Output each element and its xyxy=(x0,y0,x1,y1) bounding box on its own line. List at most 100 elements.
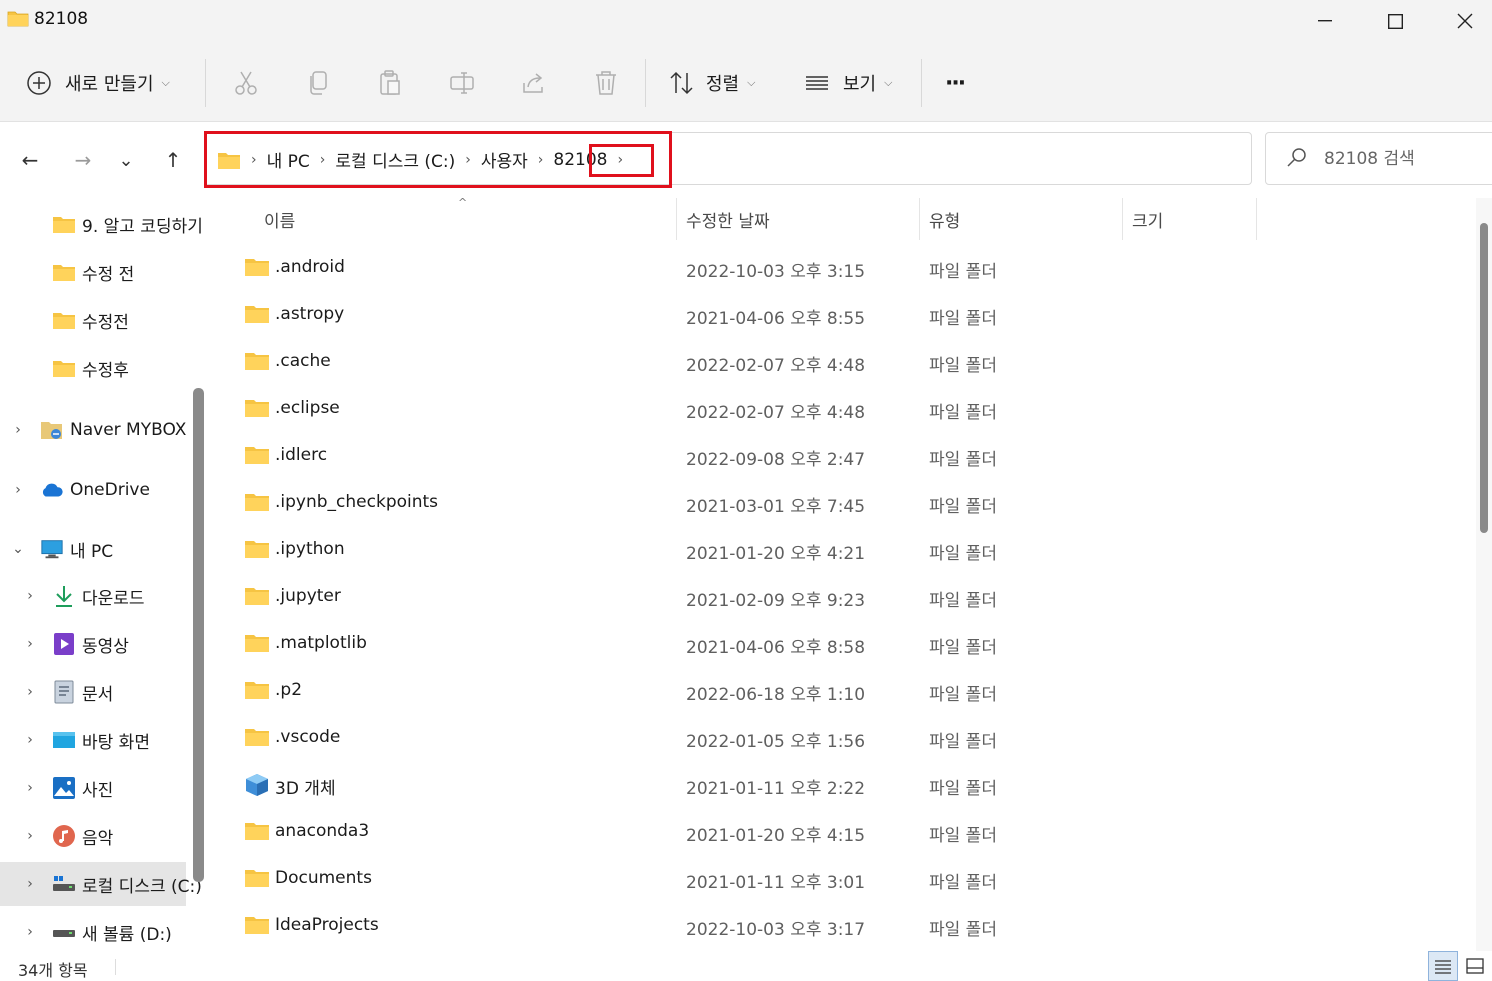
breadcrumb-item-local-disk[interactable]: 로컬 디스크 (C:) xyxy=(335,147,455,172)
folder-icon xyxy=(244,256,270,278)
breadcrumb-separator-icon[interactable]: › xyxy=(465,152,471,168)
cut-button[interactable] xyxy=(232,62,260,104)
breadcrumb-separator-icon[interactable]: › xyxy=(538,152,544,168)
table-row[interactable]: 3D 개체 2021-01-11 오후 2:22 파일 폴더 xyxy=(216,762,1476,809)
column-header-name[interactable]: 이름 xyxy=(264,198,674,240)
delete-button[interactable] xyxy=(592,62,620,104)
table-row[interactable]: .idlerc 2022-09-08 오후 2:47 파일 폴더 xyxy=(216,433,1476,480)
file-type: 파일 폴더 xyxy=(929,732,997,752)
maximize-button[interactable] xyxy=(1360,0,1430,42)
modified-date: 2021-01-20 오후 4:21 xyxy=(686,544,866,564)
more-options-button[interactable]: ··· xyxy=(945,62,966,104)
sidebar-scrollbar[interactable] xyxy=(193,388,204,882)
table-row[interactable]: .jupyter 2021-02-09 오후 9:23 파일 폴더 xyxy=(216,574,1476,621)
chevron-down-icon: ⌵ xyxy=(884,76,893,89)
expand-chevron-icon[interactable]: › xyxy=(22,636,38,652)
file-list-scrollbar[interactable] xyxy=(1476,198,1492,951)
paste-button[interactable] xyxy=(376,62,404,104)
sidebar-item-videos[interactable]: › 동영상 xyxy=(0,622,186,666)
sidebar-item-label: OneDrive xyxy=(70,480,150,500)
copy-button[interactable] xyxy=(305,62,333,104)
sidebar-item-folder[interactable]: 수정후 xyxy=(0,346,186,390)
folder-icon xyxy=(52,261,76,283)
sidebar-item-folder[interactable]: 9. 알고 코딩하기 xyxy=(0,202,203,246)
table-row[interactable]: .vscode 2022-01-05 오후 1:56 파일 폴더 xyxy=(216,715,1476,762)
collapse-chevron-icon[interactable]: ⌄ xyxy=(10,541,26,557)
modified-date: 2022-10-03 오후 3:17 xyxy=(686,920,866,940)
expand-chevron-icon[interactable]: › xyxy=(22,828,38,844)
view-button[interactable]: 보기 ⌵ xyxy=(803,62,892,104)
sidebar-item-volume-d[interactable]: › 새 볼륨 (D:) xyxy=(0,910,186,951)
column-header-date[interactable]: 수정한 날짜 xyxy=(686,198,916,240)
sidebar-item-desktop[interactable]: › 바탕 화면 xyxy=(0,718,186,762)
maximize-icon xyxy=(1387,13,1403,29)
folder-icon xyxy=(244,397,270,419)
expand-chevron-icon[interactable]: › xyxy=(22,684,38,700)
navigation-pane: 9. 알고 코딩하기 수정 전 수정전 수정후 › Naver MYBOX › … xyxy=(0,198,208,951)
expand-chevron-icon[interactable]: › xyxy=(10,422,26,438)
up-arrow-icon: ↑ xyxy=(164,148,182,172)
column-divider[interactable] xyxy=(676,198,677,240)
address-bar[interactable]: › 내 PC › 로컬 디스크 (C:) › 사용자 › 82108 › ⌄ ↻ xyxy=(204,132,1435,185)
file-type: 파일 폴더 xyxy=(929,309,997,329)
sidebar-item-local-disk[interactable]: › 로컬 디스크 (C:) xyxy=(0,862,202,906)
table-row[interactable]: anaconda3 2021-01-20 오후 4:15 파일 폴더 xyxy=(216,809,1476,856)
document-icon xyxy=(52,680,76,704)
sidebar-item-pictures[interactable]: › 사진 xyxy=(0,766,186,810)
table-row[interactable]: .eclipse 2022-02-07 오후 4:48 파일 폴더 xyxy=(216,386,1476,433)
recent-locations-button[interactable]: ⌄ xyxy=(108,144,144,176)
details-view-icon xyxy=(1435,960,1451,974)
file-type: 파일 폴더 xyxy=(929,826,997,846)
forward-button[interactable]: → xyxy=(65,144,101,176)
table-row[interactable]: Documents 2021-01-11 오후 3:01 파일 폴더 xyxy=(216,856,1476,903)
column-header-size[interactable]: 크기 xyxy=(1132,198,1252,240)
table-row[interactable]: .matplotlib 2021-04-06 오후 8:58 파일 폴더 xyxy=(216,621,1476,668)
sidebar-item-my-pc[interactable]: ⌄ 내 PC xyxy=(0,527,186,571)
search-input[interactable] xyxy=(1324,145,1484,173)
expand-chevron-icon[interactable]: › xyxy=(22,924,38,940)
search-box[interactable] xyxy=(1265,132,1492,185)
breadcrumb-item-current[interactable]: 82108 xyxy=(553,150,607,170)
table-row[interactable]: .android 2022-10-03 오후 3:15 파일 폴더 xyxy=(216,245,1476,292)
breadcrumb-separator-icon[interactable]: › xyxy=(618,152,624,168)
column-divider[interactable] xyxy=(1122,198,1123,240)
column-divider[interactable] xyxy=(1256,198,1257,240)
expand-chevron-icon[interactable]: › xyxy=(22,876,38,892)
sidebar-item-label: 수정후 xyxy=(82,360,129,381)
file-type: 파일 폴더 xyxy=(929,497,997,517)
expand-chevron-icon[interactable]: › xyxy=(22,732,38,748)
close-button[interactable] xyxy=(1430,0,1492,42)
details-view-button[interactable] xyxy=(1428,951,1458,981)
table-row[interactable]: .ipython 2021-01-20 오후 4:21 파일 폴더 xyxy=(216,527,1476,574)
new-button[interactable]: 새로 만들기 ⌵ xyxy=(26,62,170,104)
rename-button[interactable] xyxy=(448,62,476,104)
table-row[interactable]: .astropy 2021-04-06 오후 8:55 파일 폴더 xyxy=(216,292,1476,339)
minimize-button[interactable] xyxy=(1290,0,1360,42)
share-button[interactable] xyxy=(520,62,548,104)
table-row[interactable]: IdeaProjects 2022-10-03 오후 3:17 파일 폴더 xyxy=(216,903,1476,950)
scrollbar-thumb[interactable] xyxy=(1480,223,1488,533)
sort-button[interactable]: 정렬 ⌵ xyxy=(668,62,755,104)
sidebar-item-documents[interactable]: › 문서 xyxy=(0,670,186,714)
sidebar-item-folder[interactable]: 수정 전 xyxy=(0,250,186,294)
table-row[interactable]: .cache 2022-02-07 오후 4:48 파일 폴더 xyxy=(216,339,1476,386)
table-row[interactable]: .ipynb_checkpoints 2021-03-01 오후 7:45 파일 폴… xyxy=(216,480,1476,527)
expand-chevron-icon[interactable]: › xyxy=(22,588,38,604)
sidebar-item-naver-mybox[interactable]: › Naver MYBOX xyxy=(0,408,186,452)
sidebar-item-onedrive[interactable]: › OneDrive xyxy=(0,468,186,512)
breadcrumb-separator-icon[interactable]: › xyxy=(320,152,326,168)
expand-chevron-icon[interactable]: › xyxy=(10,482,26,498)
back-button[interactable]: ← xyxy=(12,144,48,176)
sidebar-item-folder[interactable]: 수정전 xyxy=(0,298,186,342)
sidebar-item-music[interactable]: › 음악 xyxy=(0,814,186,858)
tiles-view-button[interactable] xyxy=(1460,951,1490,981)
breadcrumb-item-users[interactable]: 사용자 xyxy=(481,147,528,172)
table-row[interactable]: .p2 2022-06-18 오후 1:10 파일 폴더 xyxy=(216,668,1476,715)
expand-chevron-icon[interactable]: › xyxy=(22,780,38,796)
column-divider[interactable] xyxy=(919,198,920,240)
column-header-type[interactable]: 유형 xyxy=(929,198,1119,240)
breadcrumb-item-my-pc[interactable]: 내 PC xyxy=(267,147,310,172)
scissors-icon xyxy=(235,71,257,95)
sidebar-item-downloads[interactable]: › 다운로드 xyxy=(0,574,186,618)
up-button[interactable]: ↑ xyxy=(155,144,191,176)
